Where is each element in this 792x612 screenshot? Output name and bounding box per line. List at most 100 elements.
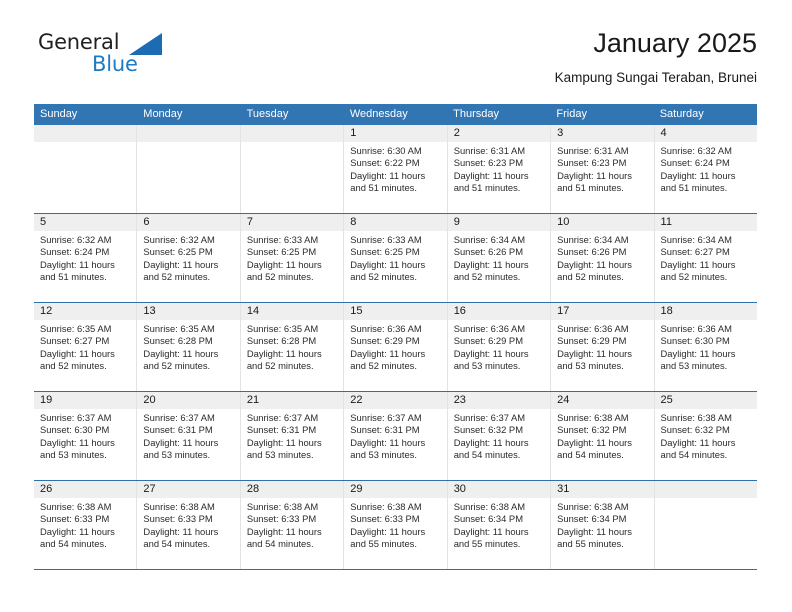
calendar-day-cell[interactable]: 21 Sunrise: 6:37 AM Sunset: 6:31 PM Dayligh…: [240, 392, 345, 480]
day-number: 14: [240, 303, 344, 320]
calendar-day-cell[interactable]: 9 Sunrise: 6:34 AM Sunset: 6:26 PM Daylight…: [447, 214, 552, 302]
calendar-day-cell-empty: [137, 125, 241, 213]
weekday-header-row: Sunday Monday Tuesday Wednesday Thursday Frid…: [34, 104, 757, 125]
calendar-day-cell[interactable]: 22 Sunrise: 6:37 AM Sunset: 6:31 PM Dayligh…: [344, 392, 448, 480]
day-number: 19: [34, 392, 137, 409]
daylight-text: Daylight: 11 hours and 54 minutes.: [453, 436, 529, 461]
logo-text-general: General: [38, 30, 120, 54]
daylight-text: Daylight: 11 hours and 53 minutes.: [40, 436, 115, 461]
calendar-day-cell[interactable]: 3 Sunrise: 6:31 AM Sunset: 6:23 PM Daylight…: [551, 125, 655, 213]
title-block: January 2025 Kampung Sungai Teraban, Bru…: [555, 26, 757, 88]
sunrise-text: Sunrise: 6:38 AM: [557, 412, 629, 423]
calendar-day-cell[interactable]: 26 Sunrise: 6:38 AM Sunset: 6:33 PM Dayligh…: [34, 481, 138, 569]
sunrise-text: Sunrise: 6:38 AM: [350, 501, 422, 512]
day-number: 7: [240, 214, 344, 231]
daylight-text: Daylight: 11 hours and 52 minutes.: [246, 258, 322, 283]
day-sun-info: Sunrise: 6:32 AM Sunset: 6:24 PM Daylight:…: [655, 142, 757, 195]
day-number: 15: [344, 303, 447, 320]
calendar-day-cell[interactable]: 6 Sunrise: 6:32 AM Sunset: 6:25 PM Daylight…: [137, 214, 241, 302]
calendar-day-cell[interactable]: 20 Sunrise: 6:37 AM Sunset: 6:31 PM Dayligh…: [137, 392, 241, 480]
sunrise-text: Sunrise: 6:34 AM: [453, 234, 526, 245]
calendar-day-cell[interactable]: 7 Sunrise: 6:33 AM Sunset: 6:25 PM Daylight…: [240, 214, 345, 302]
day-number: 5: [34, 214, 137, 231]
sunrise-text: Sunrise: 6:36 AM: [660, 323, 732, 334]
day-sun-info: Sunrise: 6:34 AM Sunset: 6:26 PM Daylight:…: [448, 231, 550, 284]
sunset-text: Sunset: 6:31 PM: [143, 424, 213, 436]
calendar-day-cell[interactable]: 12 Sunrise: 6:35 AM Sunset: 6:27 PM Dayligh…: [34, 303, 138, 391]
calendar-day-cell[interactable]: 2 Sunrise: 6:31 AM Sunset: 6:23 PM Daylight…: [447, 125, 552, 213]
calendar-day-cell[interactable]: 10 Sunrise: 6:34 AM Sunset: 6:26 PM Dayligh…: [551, 214, 655, 302]
day-sun-info: Sunrise: 6:37 AM Sunset: 6:31 PM Daylight:…: [344, 409, 446, 462]
sunrise-text: Sunrise: 6:32 AM: [143, 234, 215, 245]
sunset-text: Sunset: 6:23 PM: [557, 157, 627, 169]
calendar-day-cell-empty: [240, 125, 345, 213]
day-number: 2: [447, 125, 551, 142]
calendar-day-cell[interactable]: 11 Sunrise: 6:34 AM Sunset: 6:27 PM Dayligh…: [654, 214, 757, 302]
sunrise-text: Sunrise: 6:37 AM: [40, 412, 112, 423]
daylight-text: Daylight: 11 hours and 52 minutes.: [660, 258, 736, 283]
day-sun-info: Sunrise: 6:34 AM Sunset: 6:26 PM Daylight:…: [551, 231, 653, 284]
day-number: [240, 125, 344, 142]
calendar-day-cell[interactable]: 5 Sunrise: 6:32 AM Sunset: 6:24 PM Daylight…: [34, 214, 138, 302]
sunrise-text: Sunrise: 6:32 AM: [40, 234, 112, 245]
sunrise-text: Sunrise: 6:33 AM: [246, 234, 319, 245]
daylight-text: Daylight: 11 hours and 53 minutes.: [660, 347, 736, 372]
day-number: [34, 125, 137, 142]
sunset-text: Sunset: 6:30 PM: [660, 335, 730, 347]
calendar-day-cell[interactable]: 18 Sunrise: 6:36 AM Sunset: 6:30 PM Dayligh…: [654, 303, 757, 391]
calendar-day-cell[interactable]: 1 Sunrise: 6:30 AM Sunset: 6:22 PM Daylight…: [344, 125, 448, 213]
day-sun-info: Sunrise: 6:33 AM Sunset: 6:25 PM Daylight:…: [241, 231, 343, 284]
calendar-day-cell[interactable]: 13 Sunrise: 6:35 AM Sunset: 6:28 PM Dayligh…: [137, 303, 241, 391]
calendar-day-cell[interactable]: 31 Sunrise: 6:38 AM Sunset: 6:34 PM Dayligh…: [551, 481, 655, 569]
calendar-day-cell[interactable]: 14 Sunrise: 6:35 AM Sunset: 6:28 PM Dayligh…: [240, 303, 345, 391]
day-sun-info: Sunrise: 6:38 AM Sunset: 6:33 PM Daylight:…: [344, 498, 446, 551]
calendar-day-cell[interactable]: 23 Sunrise: 6:37 AM Sunset: 6:32 PM Dayligh…: [447, 392, 552, 480]
sunrise-text: Sunrise: 6:37 AM: [350, 412, 422, 423]
daylight-text: Daylight: 11 hours and 55 minutes.: [557, 525, 632, 550]
calendar-day-cell[interactable]: 27 Sunrise: 6:38 AM Sunset: 6:33 PM Dayligh…: [137, 481, 241, 569]
calendar-day-cell[interactable]: 28 Sunrise: 6:38 AM Sunset: 6:33 PM Dayligh…: [240, 481, 345, 569]
day-sun-info: Sunrise: 6:36 AM Sunset: 6:29 PM Daylight:…: [344, 320, 446, 373]
daylight-text: Daylight: 11 hours and 54 minutes.: [557, 436, 632, 461]
day-number: 9: [447, 214, 551, 231]
calendar-day-cell[interactable]: 24 Sunrise: 6:38 AM Sunset: 6:32 PM Dayligh…: [551, 392, 655, 480]
sunrise-text: Sunrise: 6:35 AM: [40, 323, 112, 334]
day-number: 27: [137, 481, 240, 498]
day-sun-info: Sunrise: 6:35 AM Sunset: 6:27 PM Daylight:…: [34, 320, 136, 373]
day-sun-info: Sunrise: 6:35 AM Sunset: 6:28 PM Daylight:…: [137, 320, 239, 373]
calendar-day-cell[interactable]: 15 Sunrise: 6:36 AM Sunset: 6:29 PM Dayligh…: [344, 303, 448, 391]
daylight-text: Daylight: 11 hours and 52 minutes.: [246, 347, 322, 372]
calendar-day-cell[interactable]: 25 Sunrise: 6:38 AM Sunset: 6:32 PM Dayligh…: [654, 392, 757, 480]
day-sun-info: Sunrise: 6:31 AM Sunset: 6:23 PM Daylight:…: [448, 142, 550, 195]
calendar-day-cell[interactable]: 4 Sunrise: 6:32 AM Sunset: 6:24 PM Daylight…: [654, 125, 757, 213]
weekday-header-sunday: Sunday: [40, 108, 78, 120]
calendar-week-row: 19 Sunrise: 6:37 AM Sunset: 6:30 PM Dayligh…: [34, 392, 757, 481]
calendar-day-cell[interactable]: 16 Sunrise: 6:36 AM Sunset: 6:29 PM Dayligh…: [447, 303, 552, 391]
calendar-day-cell[interactable]: 17 Sunrise: 6:36 AM Sunset: 6:29 PM Dayligh…: [551, 303, 655, 391]
sunrise-text: Sunrise: 6:38 AM: [660, 412, 732, 423]
sunset-text: Sunset: 6:33 PM: [246, 513, 317, 525]
day-sun-info: Sunrise: 6:37 AM Sunset: 6:31 PM Daylight:…: [241, 409, 343, 462]
sunset-text: Sunset: 6:33 PM: [143, 513, 213, 525]
calendar-day-cell[interactable]: 8 Sunrise: 6:33 AM Sunset: 6:25 PM Daylight…: [344, 214, 448, 302]
sunset-text: Sunset: 6:32 PM: [557, 424, 627, 436]
daylight-text: Daylight: 11 hours and 55 minutes.: [350, 525, 426, 550]
calendar-day-cell[interactable]: 29 Sunrise: 6:38 AM Sunset: 6:33 PM Dayligh…: [344, 481, 448, 569]
sunset-text: Sunset: 6:29 PM: [557, 335, 627, 347]
sunset-text: Sunset: 6:34 PM: [557, 513, 627, 525]
day-number: 16: [447, 303, 551, 320]
calendar-table: Sunday Monday Tuesday Wednesday Thursday Frid…: [34, 104, 757, 570]
sunrise-text: Sunrise: 6:37 AM: [246, 412, 319, 423]
daylight-text: Daylight: 11 hours and 52 minutes.: [453, 258, 529, 283]
day-number: 6: [137, 214, 240, 231]
generalblue-logo: General Blue: [34, 30, 194, 88]
daylight-text: Daylight: 11 hours and 52 minutes.: [557, 258, 632, 283]
calendar-day-cell[interactable]: 19 Sunrise: 6:37 AM Sunset: 6:30 PM Dayligh…: [34, 392, 138, 480]
sunset-text: Sunset: 6:23 PM: [453, 157, 523, 169]
calendar-day-cell[interactable]: 30 Sunrise: 6:38 AM Sunset: 6:34 PM Dayligh…: [447, 481, 552, 569]
day-number: 23: [447, 392, 551, 409]
sunrise-text: Sunrise: 6:38 AM: [557, 501, 629, 512]
daylight-text: Daylight: 11 hours and 52 minutes.: [143, 258, 219, 283]
page-title: January 2025: [593, 28, 757, 58]
sunrise-text: Sunrise: 6:35 AM: [143, 323, 215, 334]
